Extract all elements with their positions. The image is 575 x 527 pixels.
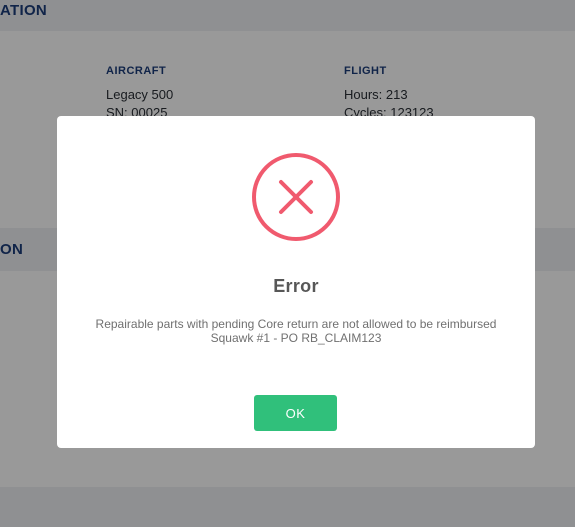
dialog-message: Repairable parts with pending Core retur…	[57, 317, 535, 345]
dialog-title: Error	[273, 276, 319, 296]
dialog-message-line: Squawk #1 - PO RB_CLAIM123	[210, 331, 382, 345]
error-x-circle-icon	[251, 152, 341, 242]
dialog-message-line: Repairable parts with pending Core retur…	[95, 317, 497, 331]
error-dialog: Error Repairable parts with pending Core…	[57, 116, 535, 448]
ok-button[interactable]: OK	[254, 395, 337, 431]
